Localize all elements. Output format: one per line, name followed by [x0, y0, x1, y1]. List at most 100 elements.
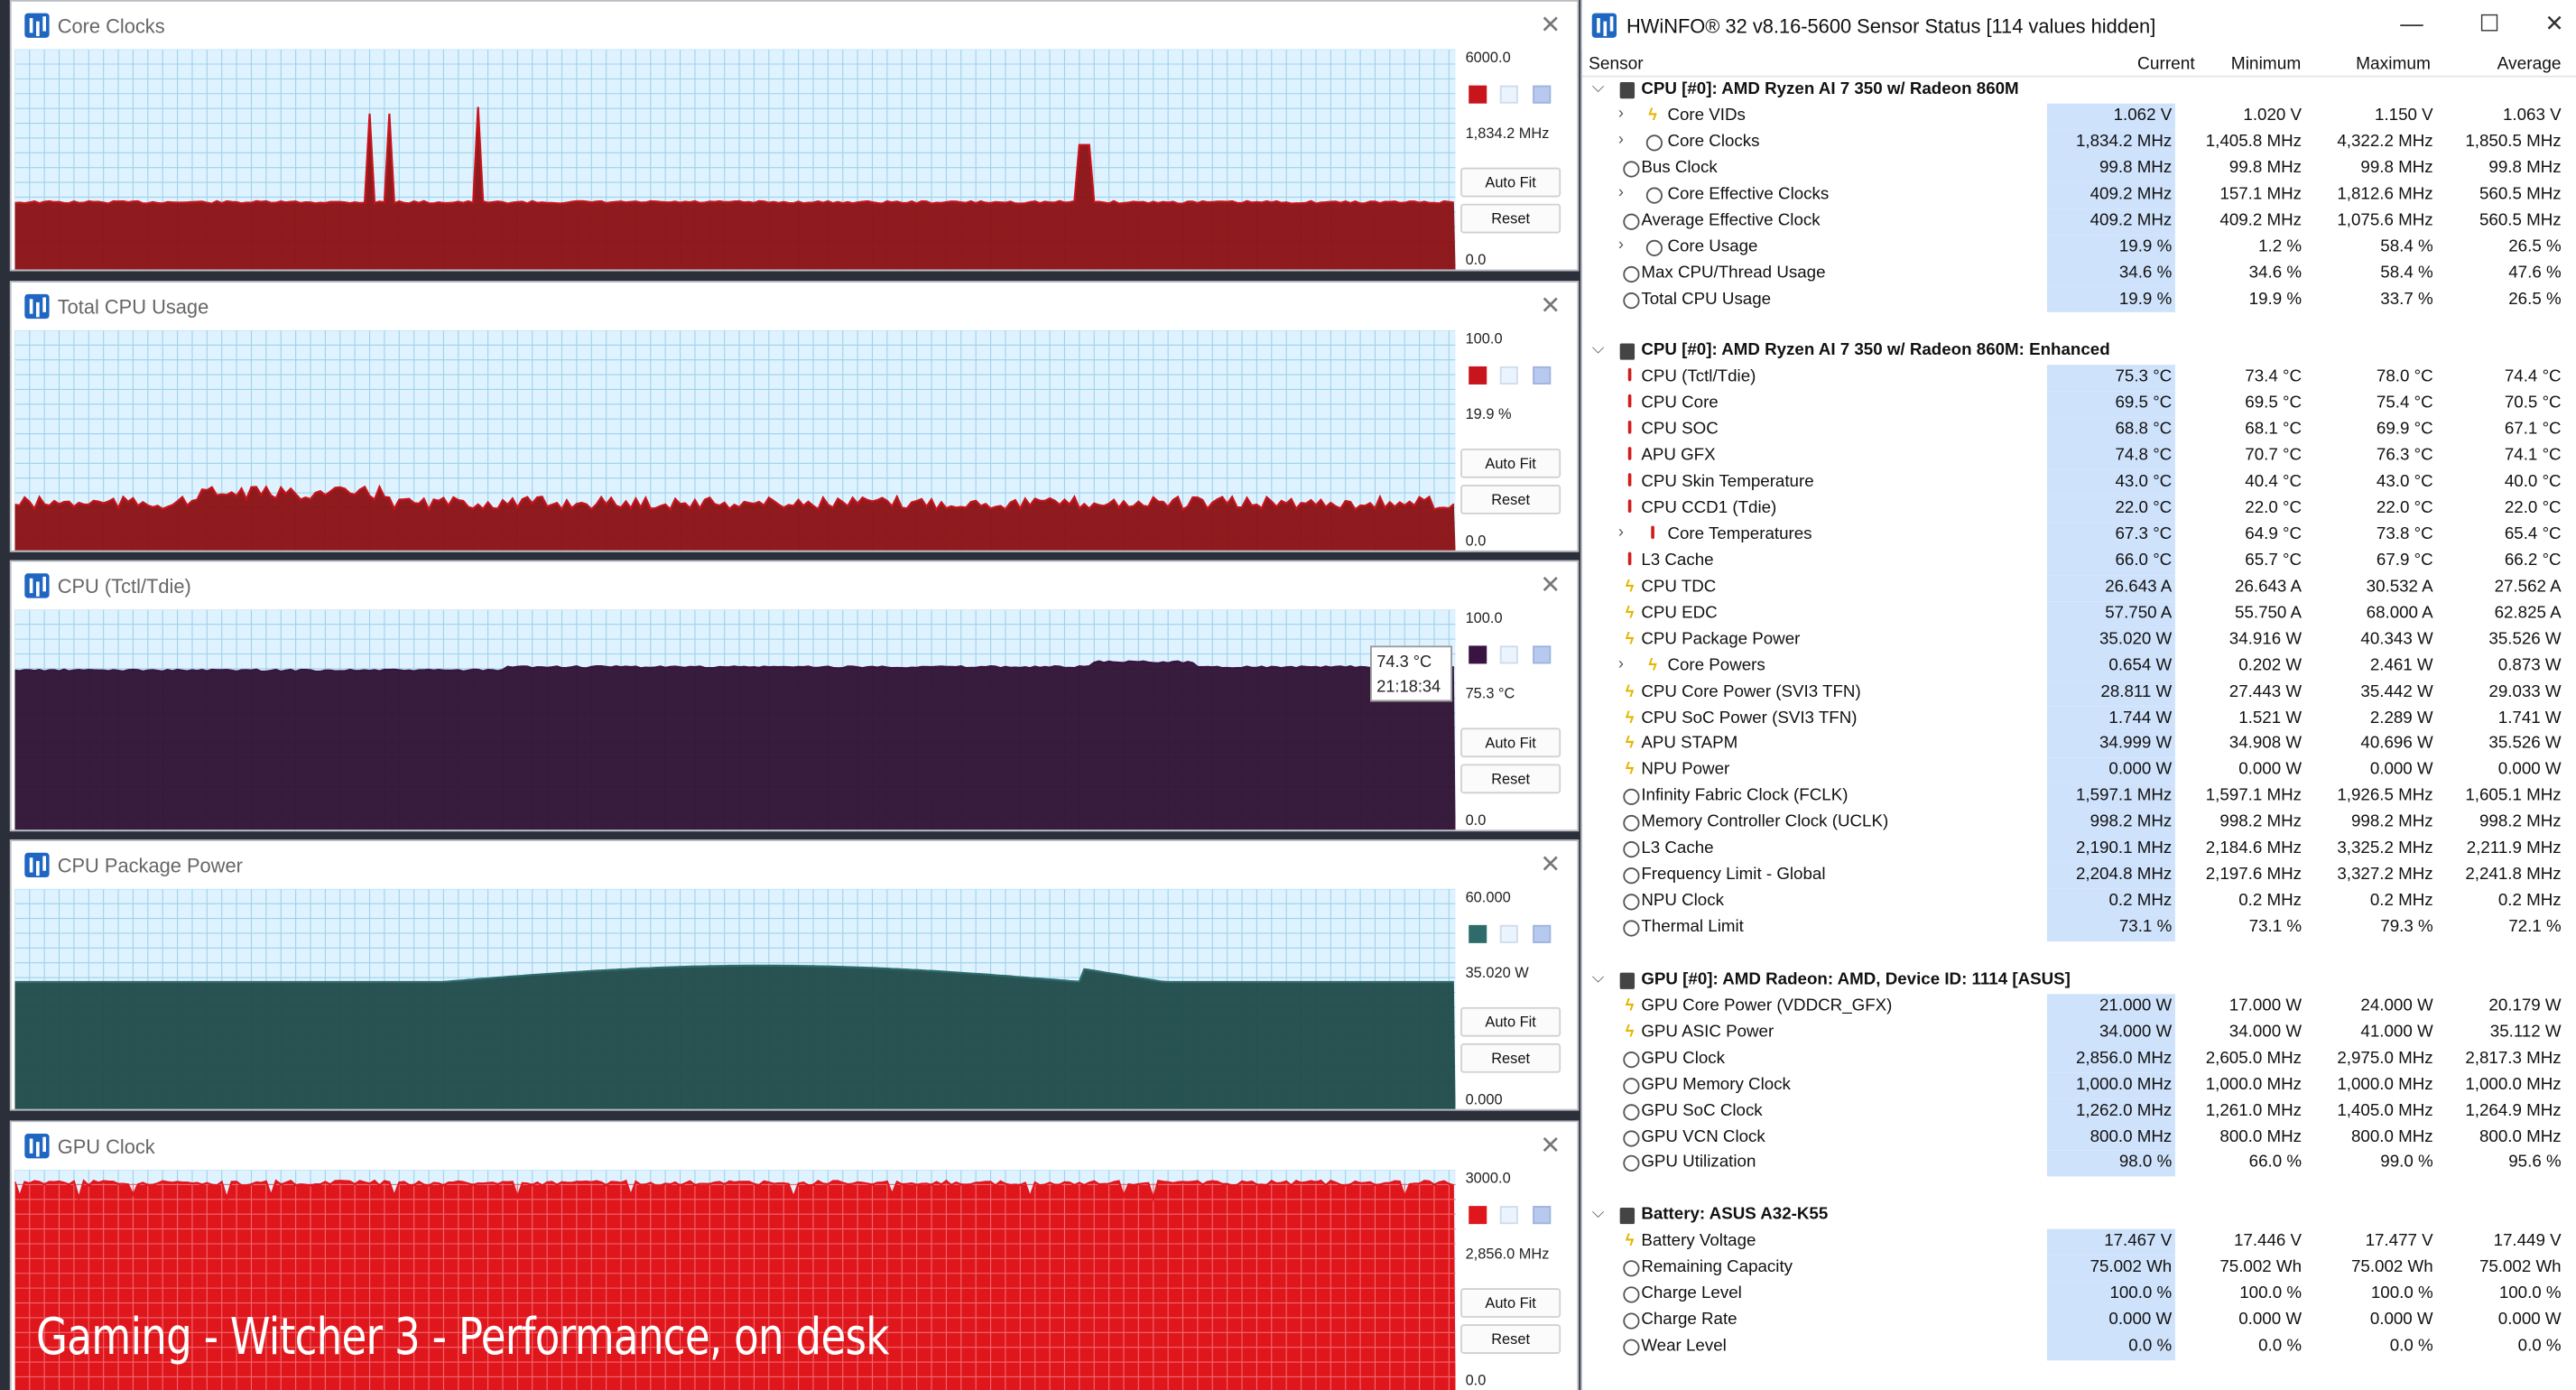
sensor-row[interactable]: GPU Clock 2,856.0 MHz 2,605.0 MHz 2,975.0 M…: [1582, 1045, 2576, 1072]
sensor-row[interactable]: › ϟ Core VIDs 1.062 V 1.020 V 1.150 V 1.063 V: [1582, 103, 2576, 130]
chevron-down-icon[interactable]: ⌵: [1592, 340, 1605, 358]
sensor-row[interactable]: ϟ GPU ASIC Power 34.000 W 34.000 W 41.000 W 3…: [1582, 1019, 2576, 1046]
sensor-row[interactable]: Wear Level 0.0 % 0.0 % 0.0 % 0.0 %: [1582, 1334, 2576, 1361]
sensor-row[interactable]: Charge Level 100.0 % 100.0 % 100.0 % 100.0 %: [1582, 1282, 2576, 1309]
sensor-row[interactable]: › Core Clocks 1,834.2 MHz 1,405.8 MHz 4,322.…: [1582, 129, 2576, 156]
graph-grid-swatch[interactable]: [1533, 85, 1552, 104]
reset-button[interactable]: Reset: [1460, 764, 1561, 794]
sensor-row[interactable]: › Core Temperatures 67.3 °C 64.9 °C 73.8 °C 6…: [1582, 522, 2576, 549]
sensor-row[interactable]: Bus Clock 99.8 MHz 99.8 MHz 99.8 MHz 99.8 MH…: [1582, 155, 2576, 182]
graph-grid-swatch[interactable]: [1533, 645, 1552, 664]
graph-grid-swatch[interactable]: [1533, 366, 1552, 385]
chevron-right-icon[interactable]: ›: [1618, 131, 1624, 149]
sensor-row[interactable]: GPU Utilization 98.0 % 66.0 % 99.0 % 95.6 %: [1582, 1151, 2576, 1178]
sensor-row[interactable]: CPU Skin Temperature 43.0 °C 40.4 °C 43.0 °…: [1582, 469, 2576, 496]
auto-fit-button[interactable]: Auto Fit: [1460, 727, 1561, 758]
sensor-row[interactable]: CPU (Tctl/Tdie) 75.3 °C 73.4 °C 78.0 °C 74.4…: [1582, 365, 2576, 392]
close-icon[interactable]: ✕: [1540, 570, 1561, 599]
chevron-right-icon[interactable]: ›: [1618, 236, 1624, 254]
graph-color-swatch[interactable]: [1469, 924, 1487, 943]
sensor-row[interactable]: GPU Memory Clock 1,000.0 MHz 1,000.0 MHz 1,…: [1582, 1071, 2576, 1099]
chevron-right-icon[interactable]: ›: [1618, 105, 1624, 123]
sensor-row[interactable]: › ϟ Core Powers 0.654 W 0.202 W 2.461 W 0.873 …: [1582, 653, 2576, 680]
graph-grid-swatch[interactable]: [1533, 924, 1552, 943]
sensor-row[interactable]: CPU SOC 68.8 °C 68.1 °C 69.9 °C 67.1 °C: [1582, 417, 2576, 444]
sensor-row[interactable]: ϟ CPU SoC Power (SVI3 TFN) 1.744 W 1.521 W 2…: [1582, 705, 2576, 732]
close-button[interactable]: ✕: [2544, 10, 2563, 38]
graph-bg-swatch[interactable]: [1499, 924, 1518, 943]
sensor-row[interactable]: › Core Usage 19.9 % 1.2 % 58.4 % 26.5 %: [1582, 234, 2576, 261]
graph-bg-swatch[interactable]: [1499, 1206, 1518, 1225]
sensor-row[interactable]: Memory Controller Clock (UCLK) 998.2 MHz 9…: [1582, 810, 2576, 837]
col-maximum[interactable]: Maximum: [2356, 54, 2431, 74]
graph-color-swatch[interactable]: [1469, 645, 1487, 664]
sensor-group[interactable]: ⌵ CPU [#0]: AMD Ryzen AI 7 350 w/ Radeon …: [1582, 339, 2576, 366]
reset-button[interactable]: Reset: [1460, 484, 1561, 514]
col-current[interactable]: Current: [2137, 54, 2195, 74]
sensor-row[interactable]: ϟ NPU Power 0.000 W 0.000 W 0.000 W 0.000 W: [1582, 757, 2576, 784]
sensor-row[interactable]: Infinity Fabric Clock (FCLK) 1,597.1 MHz 1…: [1582, 783, 2576, 811]
close-icon[interactable]: ✕: [1540, 10, 1561, 40]
graph-bg-swatch[interactable]: [1499, 85, 1518, 104]
col-sensor[interactable]: Sensor: [1589, 54, 1644, 74]
sensor-maximum: 4,322.2 MHz: [2337, 133, 2433, 152]
graph-bg-swatch[interactable]: [1499, 366, 1518, 385]
sensor-group[interactable]: ⌵ GPU [#0]: AMD Radeon: AMD, Device ID: 1…: [1582, 968, 2576, 994]
sensor-row[interactable]: Max CPU/Thread Usage 34.6 % 34.6 % 58.4 % 47…: [1582, 260, 2576, 287]
sensor-maximum: 30.532 A: [2366, 578, 2433, 597]
sensor-row[interactable]: ϟ CPU EDC 57.750 A 55.750 A 68.000 A 62.825 A: [1582, 600, 2576, 627]
reset-button[interactable]: Reset: [1460, 1324, 1561, 1354]
auto-fit-button[interactable]: Auto Fit: [1460, 448, 1561, 478]
sensor-row[interactable]: Thermal Limit 73.1 % 73.1 % 79.3 % 72.1 %: [1582, 914, 2576, 941]
graph-color-swatch[interactable]: [1469, 1206, 1487, 1225]
close-icon[interactable]: ✕: [1540, 291, 1561, 320]
sensor-row[interactable]: NPU Clock 0.2 MHz 0.2 MHz 0.2 MHz 0.2 MHz: [1582, 888, 2576, 915]
sensor-row[interactable]: Remaining Capacity 75.002 Wh 75.002 Wh 75.0…: [1582, 1256, 2576, 1283]
reset-button[interactable]: Reset: [1460, 203, 1561, 234]
graph-color-swatch[interactable]: [1469, 366, 1487, 385]
chevron-right-icon[interactable]: ›: [1618, 183, 1624, 201]
auto-fit-button[interactable]: Auto Fit: [1460, 1288, 1561, 1318]
sensor-row[interactable]: ϟ CPU TDC 26.643 A 26.643 A 30.532 A 27.562 A: [1582, 574, 2576, 601]
graph-grid-swatch[interactable]: [1533, 1206, 1552, 1225]
sensor-row[interactable]: L3 Cache 2,190.1 MHz 2,184.6 MHz 3,325.2 MH…: [1582, 836, 2576, 863]
sensor-group[interactable]: ⌵ Battery: ASUS A32-K55: [1582, 1203, 2576, 1229]
col-average[interactable]: Average: [2497, 54, 2562, 74]
chevron-right-icon[interactable]: ›: [1618, 655, 1624, 673]
close-icon[interactable]: ✕: [1540, 1130, 1561, 1160]
graph-bg-swatch[interactable]: [1499, 645, 1518, 664]
sensor-row[interactable]: L3 Cache 66.0 °C 65.7 °C 67.9 °C 66.2 °C: [1582, 548, 2576, 575]
sensor-row[interactable]: CPU CCD1 (Tdie) 22.0 °C 22.0 °C 22.0 °C 22.0…: [1582, 496, 2576, 523]
sensor-average: 1,000.0 MHz: [2465, 1075, 2562, 1094]
chevron-down-icon[interactable]: ⌵: [1592, 969, 1605, 987]
sensor-row[interactable]: CPU Core 69.5 °C 69.5 °C 75.4 °C 70.5 °C: [1582, 391, 2576, 418]
minimize-button[interactable]: —: [2400, 10, 2423, 36]
col-minimum[interactable]: Minimum: [2231, 54, 2302, 74]
sensor-group[interactable]: ⌵ CPU [#0]: AMD Ryzen AI 7 350 w/ Radeon …: [1582, 78, 2576, 104]
auto-fit-button[interactable]: Auto Fit: [1460, 167, 1561, 198]
chevron-down-icon[interactable]: ⌵: [1592, 79, 1605, 97]
sensor-row[interactable]: GPU VCN Clock 800.0 MHz 800.0 MHz 800.0 MHz…: [1582, 1125, 2576, 1152]
sensor-row[interactable]: GPU SoC Clock 1,262.0 MHz 1,261.0 MHz 1,405…: [1582, 1098, 2576, 1126]
sensor-row[interactable]: › Core Effective Clocks 409.2 MHz 157.1 MHz…: [1582, 181, 2576, 208]
sensor-row[interactable]: ϟ GPU Core Power (VDDCR_GFX) 21.000 W 17.00…: [1582, 993, 2576, 1020]
sensor-minimum: 1,000.0 MHz: [2205, 1075, 2303, 1094]
sensor-row[interactable]: Average Effective Clock 409.2 MHz 409.2 MH…: [1582, 208, 2576, 235]
sensor-row[interactable]: Charge Rate 0.000 W 0.000 W 0.000 W 0.000 W: [1582, 1308, 2576, 1335]
sensor-average: 29.033 W: [2488, 682, 2562, 701]
sensor-row[interactable]: APU GFX 74.8 °C 70.7 °C 76.3 °C 74.1 °C: [1582, 443, 2576, 470]
chevron-down-icon[interactable]: ⌵: [1592, 1205, 1605, 1223]
sensor-row[interactable]: Frequency Limit - Global 2,204.8 MHz 2,197…: [1582, 862, 2576, 889]
chevron-right-icon[interactable]: ›: [1618, 524, 1624, 542]
sensor-row[interactable]: ϟ CPU Package Power 35.020 W 34.916 W 40.343…: [1582, 626, 2576, 653]
auto-fit-button[interactable]: Auto Fit: [1460, 1006, 1561, 1037]
graph-color-swatch[interactable]: [1469, 85, 1487, 104]
sensor-row[interactable]: ϟ Battery Voltage 17.467 V 17.446 V 17.477 V…: [1582, 1229, 2576, 1256]
sensor-row[interactable]: Total CPU Usage 19.9 % 19.9 % 33.7 % 26.5 %: [1582, 286, 2576, 313]
reset-button[interactable]: Reset: [1460, 1042, 1561, 1073]
sensor-average: 1,264.9 MHz: [2465, 1101, 2562, 1120]
sensor-row[interactable]: ϟ CPU Core Power (SVI3 TFN) 28.811 W 27.443…: [1582, 679, 2576, 706]
close-icon[interactable]: ✕: [1540, 849, 1561, 879]
sensor-row[interactable]: ϟ APU STAPM 34.999 W 34.908 W 40.696 W 35.526…: [1582, 731, 2576, 758]
maximize-button[interactable]: ☐: [2479, 10, 2500, 38]
